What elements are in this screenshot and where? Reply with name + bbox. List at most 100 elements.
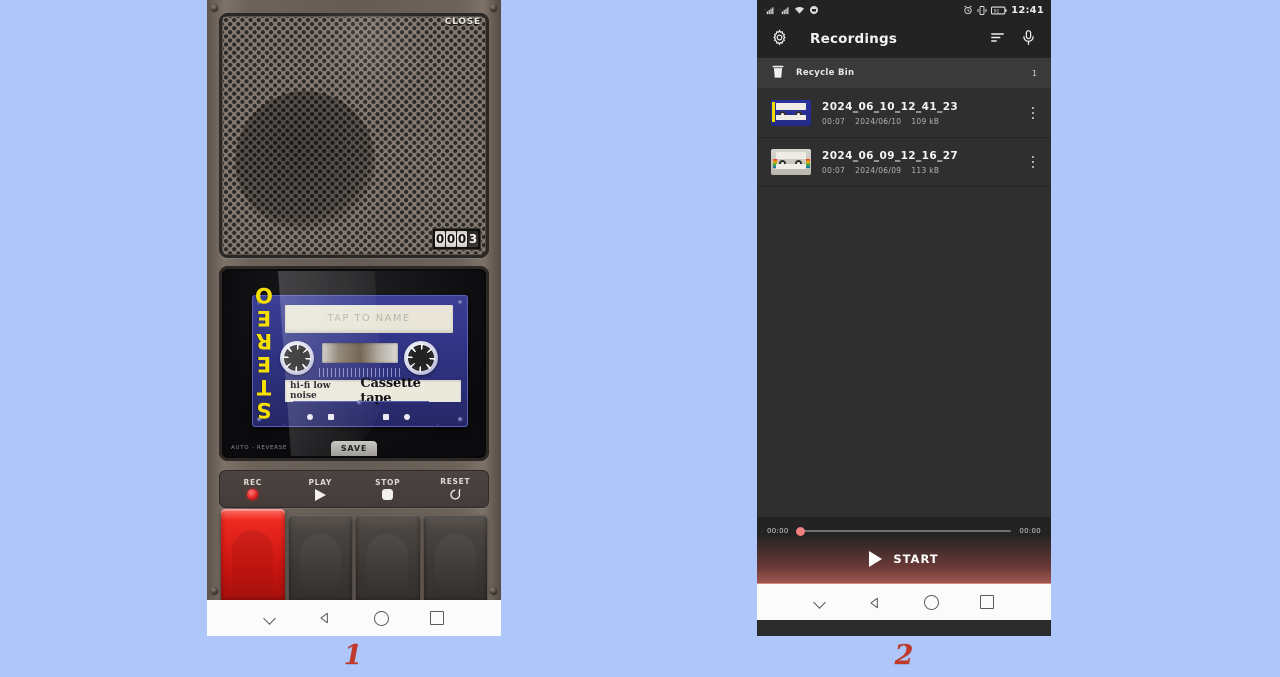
cassette-bottom-label: hi-fi low noise Cassette tape — [285, 376, 461, 406]
cassette-window-panel: STEREO TAP TO NAME hi-fi low noise Casse… — [219, 266, 489, 461]
seek-knob[interactable] — [795, 526, 805, 536]
screw-icon — [490, 4, 497, 11]
recording-row[interactable]: 2024_06_09_12_16_27 00:07 2024/06/09 113… — [757, 138, 1051, 187]
transport-reset[interactable]: RESET — [422, 470, 490, 508]
keyboard-hide-icon[interactable] — [814, 596, 827, 609]
speaker-cone — [235, 91, 375, 231]
home-icon[interactable] — [373, 610, 389, 626]
stop-square-icon — [382, 489, 394, 500]
cassette-window-inner: STEREO TAP TO NAME hi-fi low noise Casse… — [224, 271, 484, 456]
recents-icon[interactable] — [430, 611, 445, 625]
cassette-name-placeholder: TAP TO NAME — [327, 313, 411, 324]
record-circle-icon — [247, 489, 259, 500]
cassette-hole — [328, 414, 334, 420]
cassette-hifi-label: hi-fi low noise — [290, 381, 331, 401]
recording-meta: 2024_06_09_12_16_27 00:07 2024/06/09 113… — [822, 150, 1014, 175]
transport-rec[interactable]: REC — [219, 470, 287, 508]
home-icon[interactable] — [923, 594, 939, 610]
recording-submeta: 00:07 2024/06/10 109 kB — [822, 117, 1014, 126]
recording-date: 2024/06/10 — [855, 116, 902, 126]
reset-key[interactable] — [423, 515, 487, 603]
microphone-icon[interactable] — [1020, 29, 1037, 50]
screw-icon — [490, 587, 497, 594]
cassette-name-input[interactable]: TAP TO NAME — [285, 305, 453, 333]
recording-name: 2024_06_10_12_41_23 — [822, 100, 959, 113]
counter-digit: 0 — [446, 231, 456, 247]
wifi-icon — [795, 6, 804, 14]
kebab-menu-icon[interactable] — [1025, 106, 1041, 120]
elapsed-time: 00:00 — [767, 527, 789, 535]
android-navbar — [207, 600, 501, 636]
total-time: 00:00 — [1019, 527, 1041, 535]
recording-date: 2024/06/09 — [855, 165, 902, 175]
battery-icon: 91 — [991, 6, 1007, 14]
hub-teeth — [407, 344, 435, 372]
cassette-graphic[interactable]: STEREO TAP TO NAME hi-fi low noise Casse… — [252, 284, 468, 427]
transport-stop[interactable]: STOP — [354, 470, 422, 508]
cassette-hole — [383, 414, 389, 420]
start-button[interactable]: START — [757, 535, 1051, 584]
cassette-left-hub — [280, 341, 314, 375]
seek-row: 00:00 00:00 — [767, 526, 1041, 536]
play-triangle-icon — [869, 551, 883, 567]
back-icon[interactable] — [868, 595, 882, 609]
counter-digit: 0 — [457, 231, 467, 247]
close-button[interactable]: CLOSE — [445, 17, 481, 27]
save-button[interactable]: SAVE — [331, 441, 377, 456]
transport-label-bar: REC PLAY STOP RESET — [219, 470, 489, 508]
player-panel: 00:00 00:00 — [757, 517, 1051, 536]
cassette-screw-icon — [458, 417, 463, 422]
play-key[interactable] — [288, 515, 352, 603]
transport-play[interactable]: PLAY — [287, 470, 355, 508]
status-bar: .. .. 91 12:41 — [757, 0, 1051, 20]
recording-name: 2024_06_09_12_16_27 — [822, 149, 959, 162]
rec-key[interactable] — [221, 509, 285, 603]
android-navbar — [757, 584, 1051, 620]
cassette-skirt — [284, 401, 438, 425]
recording-duration: 00:07 — [822, 116, 846, 126]
seek-slider[interactable] — [795, 526, 1012, 536]
screw-icon — [211, 4, 218, 11]
transport-reset-label: RESET — [440, 477, 471, 486]
auto-reverse-label: AUTO - REVERSE — [231, 445, 288, 451]
sort-icon[interactable] — [989, 29, 1006, 50]
recording-row[interactable]: 2024_06_10_12_41_23 00:07 2024/06/10 109… — [757, 89, 1051, 138]
cassette-screw-icon — [458, 300, 463, 305]
page-title: Recordings — [810, 31, 898, 47]
trash-icon — [771, 64, 785, 83]
right-phone-screen: .. .. 91 12:41 Recordings Recycle Bin 1 … — [757, 0, 1051, 636]
recycle-bin-row[interactable]: Recycle Bin 1 — [757, 58, 1051, 89]
cassette-hole — [307, 414, 313, 420]
tape-counter[interactable]: 0 0 0 3 — [432, 228, 481, 250]
annotation-number-2: 2 — [894, 640, 914, 671]
recording-size: 109 kB — [911, 116, 940, 126]
recents-icon[interactable] — [980, 595, 995, 609]
counter-digit: 3 — [468, 231, 478, 247]
cassette-deck-body: CLOSE 0 0 0 3 STEREO TAP TO NAME hi-fi l… — [207, 0, 501, 603]
keyboard-hide-icon[interactable] — [264, 612, 277, 625]
gear-icon[interactable] — [771, 28, 788, 50]
alarm-icon — [964, 5, 972, 15]
status-right-icons: 91 12:41 — [963, 5, 1044, 16]
recordings-list: 2024_06_10_12_41_23 00:07 2024/06/10 109… — [757, 89, 1051, 187]
svg-text:91: 91 — [994, 8, 1000, 14]
empty-list-area — [757, 187, 1051, 517]
kebab-menu-icon[interactable] — [1025, 155, 1041, 169]
thumb-label-strip — [776, 103, 806, 110]
thumb-bottom-strip — [776, 164, 806, 169]
stop-key[interactable] — [356, 515, 420, 603]
hub-teeth — [283, 344, 311, 372]
blue-cassette-icon — [771, 100, 811, 126]
recording-duration: 00:07 — [822, 165, 846, 175]
transport-play-label: PLAY — [308, 477, 333, 487]
recording-meta: 2024_06_10_12_41_23 00:07 2024/06/10 109… — [822, 101, 1014, 126]
cassette-hole — [404, 414, 410, 420]
transport-stop-label: STOP — [375, 478, 401, 487]
app-bar: Recordings — [757, 20, 1051, 58]
status-clock: 12:41 — [1011, 4, 1044, 16]
cassette-screw-icon — [357, 400, 362, 405]
recording-submeta: 00:07 2024/06/09 113 kB — [822, 166, 1014, 175]
back-icon[interactable] — [318, 611, 332, 625]
cassette-brand-word: STEREO — [252, 284, 276, 422]
screenshot-root: CLOSE 0 0 0 3 STEREO TAP TO NAME hi-fi l… — [0, 0, 1280, 677]
